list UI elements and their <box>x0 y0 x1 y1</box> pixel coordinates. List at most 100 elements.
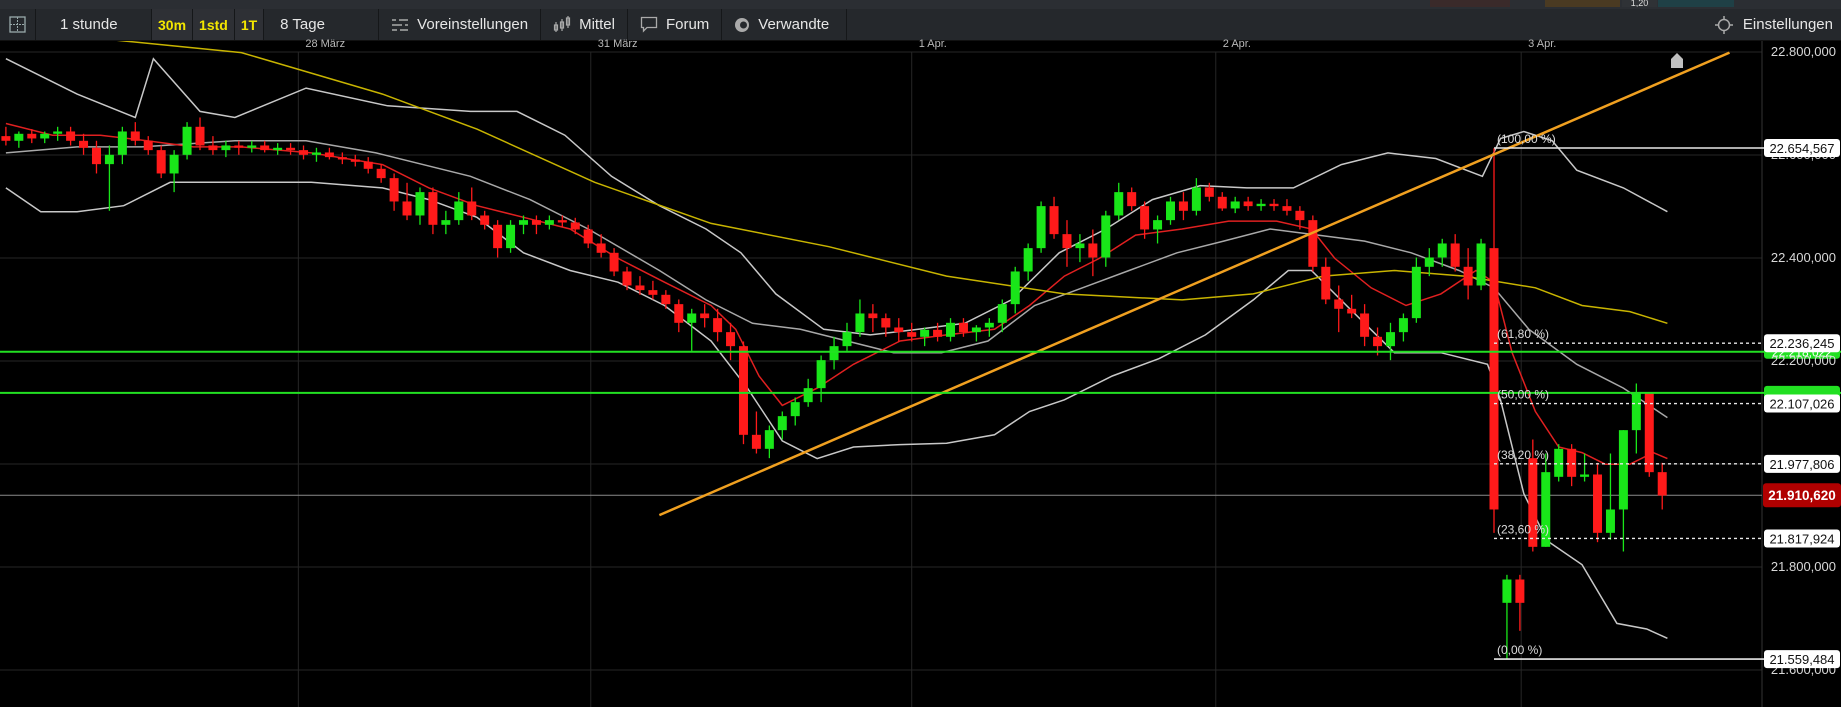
candle-body <box>117 131 127 155</box>
range-select[interactable]: 8 Tage <box>264 9 380 40</box>
candle-body <box>1256 203 1266 207</box>
candle <box>247 140 257 153</box>
candle <box>14 131 24 148</box>
candle <box>531 215 541 235</box>
candle-body <box>1023 248 1033 272</box>
candle <box>868 304 878 333</box>
candle-body <box>415 192 425 216</box>
candle <box>389 173 399 211</box>
layout-button[interactable] <box>0 9 36 40</box>
candle-body <box>1088 243 1098 258</box>
candle-body <box>14 133 24 141</box>
candle <box>1424 248 1434 277</box>
candle <box>751 411 761 454</box>
price-tick-label: 22.200,000 <box>1771 353 1836 368</box>
settings-button[interactable]: Einstellungen <box>1714 9 1833 40</box>
candle <box>1243 196 1253 211</box>
candle-body <box>1618 430 1628 510</box>
candle <box>687 308 697 351</box>
candle-body <box>1062 234 1072 249</box>
price-axis[interactable]: 22.218,02222.800,00022.600,00022.400,000… <box>1763 44 1841 677</box>
candle-body <box>622 271 632 286</box>
candle-body <box>350 159 360 162</box>
candle-body <box>104 154 114 165</box>
candle-body <box>816 360 826 389</box>
fibonacci-level-percent: (0,00 %) <box>1497 643 1542 657</box>
candle-body <box>1373 336 1383 347</box>
candle-body <box>1075 243 1085 249</box>
candle <box>1114 182 1124 221</box>
candle <box>117 126 127 165</box>
gear-icon <box>1714 15 1733 34</box>
candle-body <box>337 157 347 160</box>
indicators-label: Mittel <box>579 16 615 33</box>
candle-body <box>842 332 852 347</box>
candle-body <box>1631 392 1641 431</box>
candle <box>842 322 852 351</box>
candle-body <box>1127 192 1137 207</box>
price-tick-label: 21.800,000 <box>1771 559 1836 574</box>
fibonacci-price-label: 22.236,245 <box>1769 336 1834 351</box>
candle-body <box>946 322 956 337</box>
candle <box>1476 238 1486 291</box>
price-chart[interactable]: (100,00 %) (61,80 %) (50,00 %) (38,20 %) (23… <box>0 0 1841 707</box>
candle <box>622 266 632 291</box>
candle-body <box>1437 243 1447 258</box>
layout-grid-icon <box>9 16 26 33</box>
forum-button[interactable]: Forum <box>628 9 723 40</box>
presets-button[interactable]: Voreinstellungen <box>379 9 542 40</box>
interval-1std-button[interactable]: 1std <box>193 9 235 40</box>
candle <box>467 187 477 221</box>
candle-body <box>855 313 865 333</box>
candle <box>415 187 425 225</box>
candle <box>674 299 684 333</box>
fibonacci-level-percent: (100,00 %) <box>1497 132 1556 146</box>
top-strip: 1,20 <box>0 0 1841 9</box>
candle-body <box>156 150 166 174</box>
related-label: Verwandte <box>758 16 830 33</box>
candle-body <box>1217 196 1227 209</box>
candle-body <box>1282 206 1292 211</box>
interval-30m-button[interactable]: 30m <box>152 9 194 40</box>
candle <box>1308 215 1318 272</box>
candle <box>855 299 865 337</box>
candle-body <box>1554 448 1564 477</box>
interval-1T-button[interactable]: 1T <box>234 9 265 40</box>
indicators-button[interactable]: Mittel <box>541 9 628 40</box>
candle-body <box>971 327 981 333</box>
candle <box>1360 304 1370 347</box>
interval-select[interactable]: 1 stunde <box>36 9 152 40</box>
candle-body <box>596 243 606 253</box>
candle <box>130 122 140 146</box>
candle <box>984 318 994 337</box>
candle <box>208 136 218 155</box>
scroll-to-latest-icon[interactable] <box>1671 53 1683 68</box>
candle <box>1127 187 1137 211</box>
fibonacci-level-percent: (23,60 %) <box>1497 522 1549 536</box>
candle <box>1450 234 1460 272</box>
candle-body <box>467 201 477 216</box>
date-label: 1 Apr. <box>918 38 947 50</box>
candle-body <box>1347 308 1357 314</box>
candle <box>169 150 179 193</box>
candle-body <box>726 332 736 347</box>
candle-body <box>1191 187 1201 211</box>
candle-body <box>324 152 334 158</box>
candle-body <box>661 294 671 305</box>
bollinger-lower-line <box>5 181 1668 639</box>
candle <box>66 126 76 146</box>
candle-body <box>389 178 399 202</box>
candle-body <box>1166 201 1175 221</box>
candle <box>1334 285 1344 333</box>
candle <box>920 327 930 347</box>
candle <box>790 397 800 426</box>
candle-body <box>182 126 192 155</box>
fibonacci-price-label: 22.107,026 <box>1769 397 1834 412</box>
candle <box>53 126 63 141</box>
candle-body <box>1295 210 1305 221</box>
candle <box>195 117 205 151</box>
related-button[interactable]: Verwandte <box>722 9 848 40</box>
candle-body <box>91 147 101 165</box>
candle <box>648 280 658 300</box>
candle <box>1463 248 1473 300</box>
